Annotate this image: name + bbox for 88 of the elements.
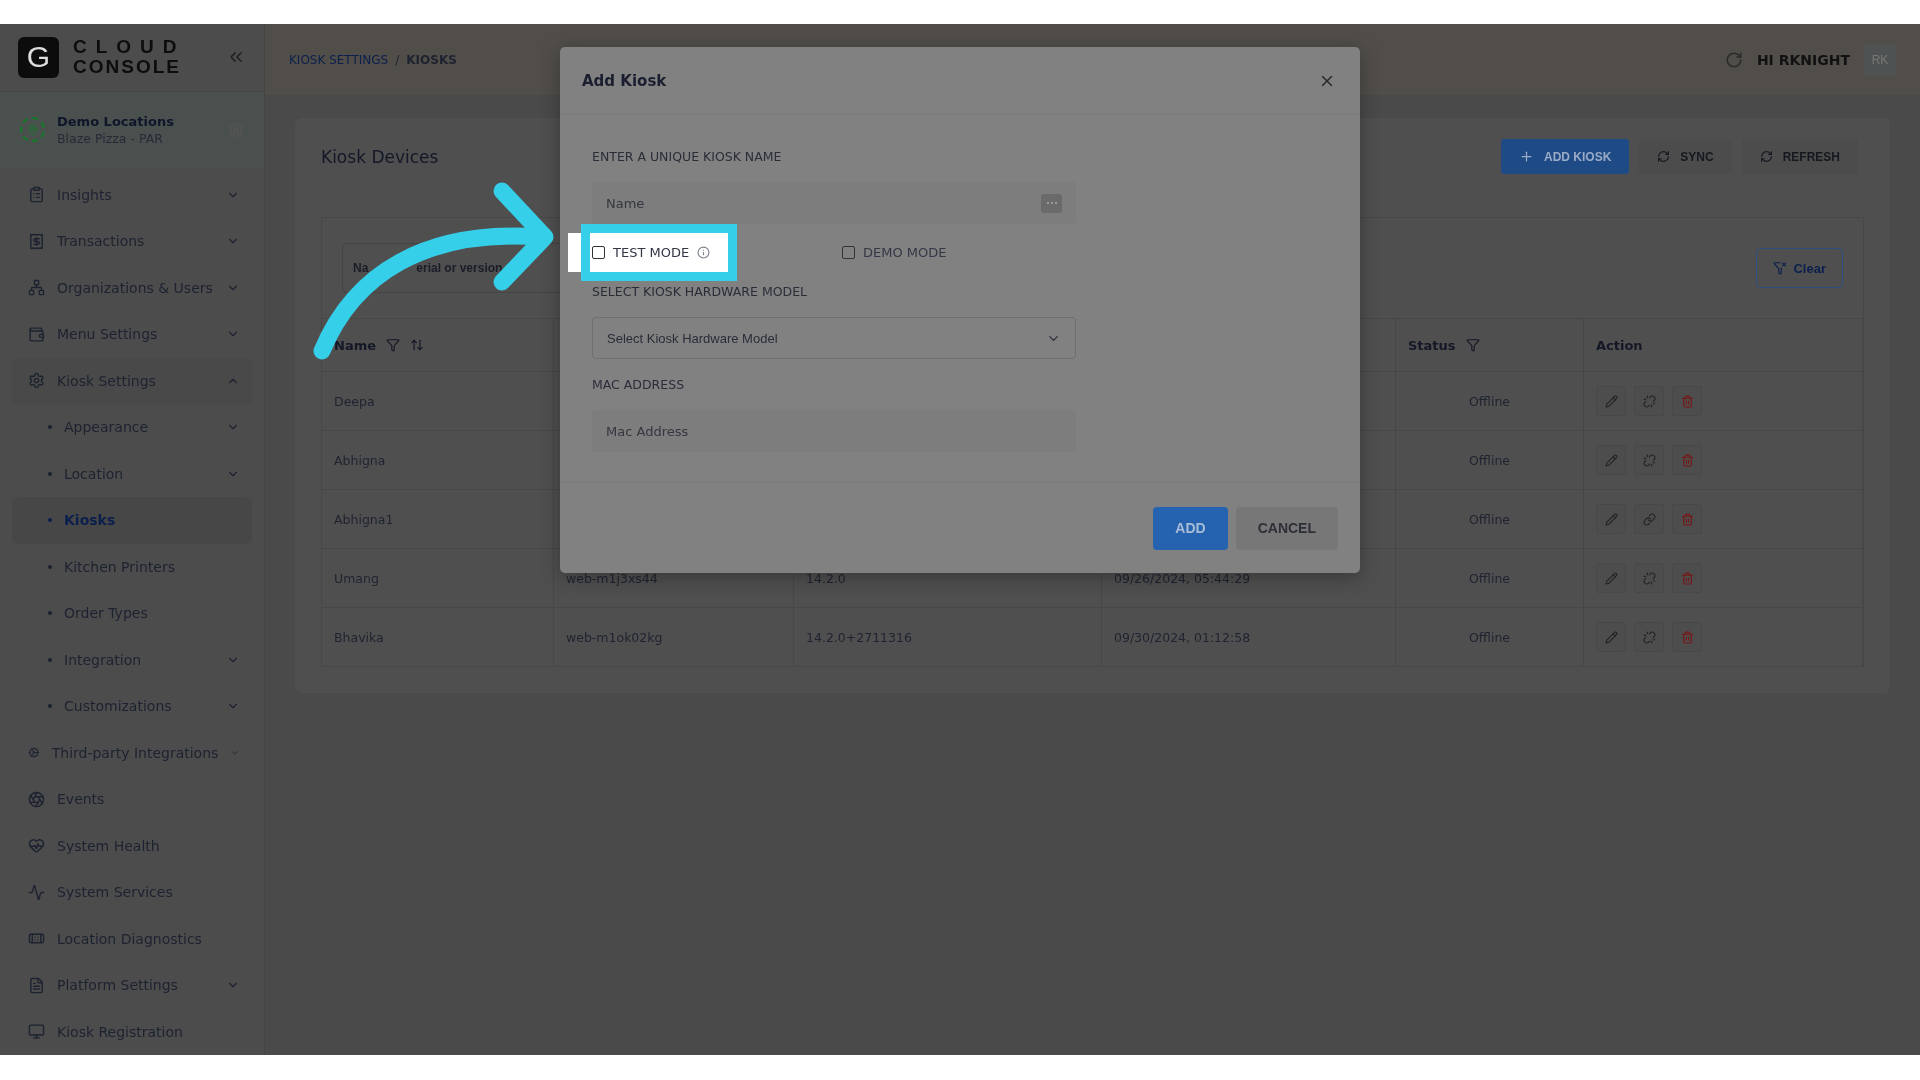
location-pin-icon xyxy=(20,117,45,142)
pencil-icon xyxy=(1604,630,1618,644)
column-title: Name xyxy=(334,337,376,353)
delete-button[interactable] xyxy=(1672,563,1702,593)
column-title: Status xyxy=(1408,337,1456,353)
pencil-icon xyxy=(1604,453,1618,467)
filter-off-icon xyxy=(1773,261,1788,275)
pencil-icon xyxy=(1604,512,1618,526)
edit-button[interactable] xyxy=(1596,504,1626,534)
edit-button[interactable] xyxy=(1596,445,1626,475)
field-label: MAC ADDRESS xyxy=(592,377,686,392)
refresh-button[interactable] xyxy=(1724,50,1743,69)
dialog-button[interactable]: ADD xyxy=(1153,506,1228,550)
delete-button[interactable] xyxy=(1672,445,1702,475)
name-input-field[interactable]: Name xyxy=(592,182,1076,224)
logo-mark: G xyxy=(18,36,59,78)
pulse-line-icon xyxy=(28,883,45,901)
trash-icon xyxy=(1680,630,1694,644)
sort-icon[interactable] xyxy=(410,338,424,352)
trash-icon xyxy=(1680,512,1694,526)
checkbox[interactable]: DEMO MODE xyxy=(842,244,947,260)
unlink-button[interactable] xyxy=(1634,445,1664,475)
location-name: Demo Locations xyxy=(57,113,175,129)
dialog-title: Add Kiosk xyxy=(582,71,668,90)
link-icon xyxy=(1642,512,1656,526)
gear-icon xyxy=(28,372,45,390)
pencil-icon xyxy=(1604,394,1618,408)
page-title: Kiosk Devices xyxy=(321,146,439,167)
field-label: ENTER A UNIQUE KIOSK NAME xyxy=(592,149,783,164)
toolbar-button[interactable]: SYNC xyxy=(1639,139,1732,174)
bullet-icon xyxy=(48,564,52,569)
refresh-icon xyxy=(1657,150,1671,163)
delete-button[interactable] xyxy=(1672,622,1702,652)
monitor-icon xyxy=(28,1023,45,1041)
broken-link-icon xyxy=(1642,571,1656,585)
bullet-icon xyxy=(48,425,52,430)
delete-button[interactable] xyxy=(1672,504,1702,534)
unlink-button[interactable] xyxy=(1634,563,1664,593)
refresh-icon xyxy=(1724,50,1743,69)
refresh-icon xyxy=(1759,150,1773,163)
logo-text: CLOUD xyxy=(73,37,186,58)
edit-button[interactable] xyxy=(1596,563,1626,593)
link-button[interactable] xyxy=(1634,504,1664,534)
breadcrumb-separator: / xyxy=(395,52,400,67)
bullet-icon xyxy=(48,471,52,476)
column-title: Action xyxy=(1596,337,1643,353)
edit-button[interactable] xyxy=(1596,386,1626,416)
broken-link-icon xyxy=(1642,453,1656,467)
pencil-icon xyxy=(1604,571,1618,585)
clear-filter-button[interactable]: Clear xyxy=(1756,248,1843,288)
trash-icon xyxy=(1680,453,1694,467)
document-icon xyxy=(28,976,45,994)
toolbar-button[interactable]: REFRESH xyxy=(1741,139,1858,174)
wallet-icon xyxy=(28,325,45,343)
placeholder-text: Mac Address xyxy=(606,423,689,439)
toolbar-button[interactable]: ADD KIOSK xyxy=(1500,139,1630,174)
sidebar-subitem[interactable]: Kiosks xyxy=(12,497,252,544)
mac-input-field[interactable]: Mac Address xyxy=(592,410,1076,452)
filter-icon[interactable] xyxy=(1465,338,1480,352)
breadcrumb-link[interactable]: KIOSK SETTINGS xyxy=(289,52,389,67)
dialog-button[interactable]: CANCEL xyxy=(1235,506,1338,550)
logo-text: CONSOLE xyxy=(73,57,182,78)
checkbox-square[interactable] xyxy=(842,245,855,259)
bullet-icon xyxy=(48,518,52,523)
info-icon[interactable] xyxy=(697,245,711,259)
delete-button[interactable] xyxy=(1672,386,1702,416)
edit-button[interactable] xyxy=(1596,622,1626,652)
receipt-icon xyxy=(28,232,45,250)
bullet-icon xyxy=(48,657,52,662)
checkbox-square[interactable] xyxy=(592,245,605,259)
clipboard-icon xyxy=(28,186,45,204)
heart-pulse-icon xyxy=(28,837,45,855)
filter-icon[interactable] xyxy=(386,338,400,352)
hierarchy-icon xyxy=(28,279,45,297)
more-icon xyxy=(1041,193,1062,213)
trash-icon xyxy=(1680,571,1694,585)
trash-icon xyxy=(1680,394,1694,408)
user-greeting: HI RKNIGHT xyxy=(1756,51,1850,68)
broken-link-icon xyxy=(1642,394,1656,408)
plus-icon xyxy=(1518,149,1534,164)
aperture-icon xyxy=(28,790,45,808)
placeholder-text: Name xyxy=(606,195,645,211)
unlink-button[interactable] xyxy=(1634,386,1664,416)
broken-link-icon xyxy=(1642,630,1656,644)
unlink-button[interactable] xyxy=(1634,622,1664,652)
bullet-icon xyxy=(48,611,52,616)
hardware-select[interactable]: Select Kiosk Hardware Model xyxy=(592,317,1076,359)
bullet-icon xyxy=(48,704,52,709)
